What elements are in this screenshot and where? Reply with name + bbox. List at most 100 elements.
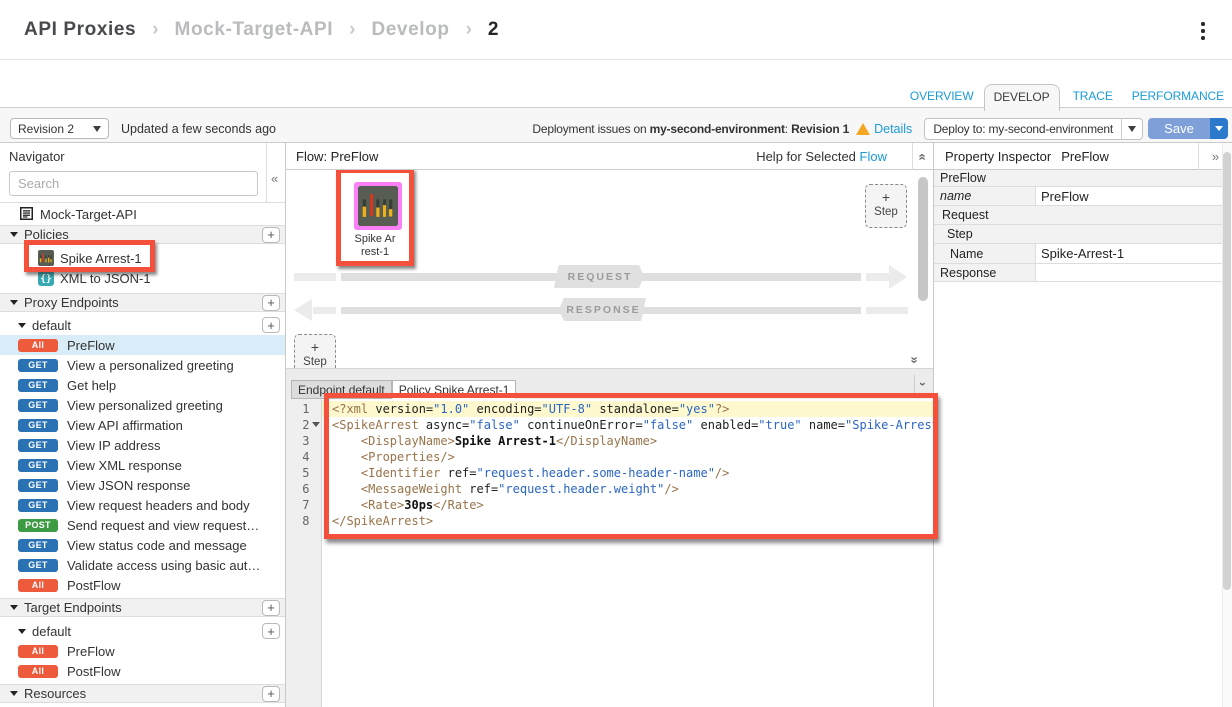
tab-overview[interactable]: OVERVIEW [910, 84, 974, 111]
gutter-line-number: 5 [286, 465, 321, 481]
navigator-title: Navigator [9, 149, 65, 164]
method-badge-get: GET [18, 539, 58, 552]
tree-item-view-xml-response[interactable]: GETView XML response [0, 455, 285, 475]
inspector-header: Property InspectorPreFlow » [934, 143, 1232, 170]
method-badge-all: All [18, 579, 58, 592]
spike-arrest-icon [358, 186, 398, 226]
search-input[interactable] [9, 171, 258, 196]
double-chevron-down-icon[interactable]: » [908, 356, 923, 362]
tab-trace[interactable]: TRACE [1073, 84, 1113, 111]
breadcrumb-develop[interactable]: Develop [371, 19, 449, 41]
tree-item-validate-access-using-basic-aut[interactable]: GETValidate access using basic aut… [0, 555, 285, 575]
editor-tab-endpoint-default[interactable]: Endpoint default [291, 380, 392, 399]
proxy-icon [20, 206, 33, 223]
tree-item-label: View status code and message [67, 538, 247, 553]
tree-item-send-request-and-view-request[interactable]: POSTSend request and view request… [0, 515, 285, 535]
method-badge-get: GET [18, 359, 58, 372]
add-step-button-request[interactable]: + Step [865, 184, 907, 228]
tree-item-view-json-response[interactable]: GETView JSON response [0, 475, 285, 495]
breadcrumb-proxy-name[interactable]: Mock-Target-API [175, 19, 334, 41]
code-line-6: <MessageWeight ref="request.header.weigh… [322, 481, 934, 497]
editor-collapse-button[interactable]: › [914, 375, 931, 393]
add-button[interactable]: + [262, 317, 280, 333]
apigee-develop-page: API Proxies › Mock-Target-API › Develop … [0, 0, 1232, 707]
gutter-line-number: 1 [286, 401, 321, 417]
method-badge-get: GET [18, 559, 58, 572]
request-line-stub-right [866, 273, 889, 281]
toolbar-right: Deployment issues on my-second-environme… [532, 118, 1232, 140]
tree-section-resources[interactable]: Resources+ [0, 684, 285, 703]
breadcrumb: API Proxies › Mock-Target-API › Develop … [24, 19, 499, 41]
triangle-down-icon [18, 323, 26, 328]
tree-item-label: View request headers and body [67, 498, 250, 513]
editor-tab-policy-spike-arrest-1[interactable]: Policy Spike Arrest-1 [392, 380, 517, 399]
save-button[interactable]: Save [1148, 118, 1210, 139]
tree-section-target-endpoints[interactable]: Target Endpoints + [0, 598, 285, 617]
page-scrollbar-thumb[interactable] [1223, 152, 1231, 590]
inspector-field-value[interactable]: Spike-Arrest-1 [1036, 244, 1232, 263]
kebab-menu-icon[interactable] [1196, 21, 1210, 41]
tab-performance[interactable]: PERFORMANCE [1132, 84, 1224, 111]
chevron-down-icon[interactable] [1121, 119, 1142, 139]
tree-item-view-a-personalized-greeting[interactable]: GETView a personalized greeting [0, 355, 285, 375]
tree-item-label: PostFlow [67, 578, 120, 593]
editor-code-area[interactable]: <?xml version="1.0" encoding="UTF-8" sta… [322, 399, 934, 707]
tree-item-postflow[interactable]: AllPostFlow [0, 661, 285, 681]
breadcrumb-api-proxies[interactable]: API Proxies [24, 19, 136, 41]
section-label: Policies [24, 227, 69, 242]
tree-item-mock-target-api[interactable]: Mock-Target-API [0, 203, 285, 225]
inspector-field-value[interactable]: PreFlow [1036, 187, 1232, 205]
flow-collapse-button[interactable]: « [912, 143, 933, 170]
revision-select[interactable]: Revision 2 [10, 118, 109, 139]
tree-item-view-status-code-and-message[interactable]: GET View status code and message [0, 535, 285, 555]
breadcrumb-revision: 2 [488, 19, 499, 41]
inspector-field-label: Name [934, 244, 1036, 263]
section-label: Proxy Endpoints [24, 295, 119, 310]
main-area: Navigator « Mock-Target-API Policies + Spik… [0, 143, 1232, 707]
inspector-field-value[interactable] [1036, 264, 1232, 281]
save-dropdown-button[interactable] [1210, 118, 1228, 139]
fold-arrow-icon[interactable] [312, 422, 320, 427]
deploy-to-select[interactable]: Deploy to: my-second-environment [924, 118, 1143, 140]
deployment-env: my-second-environment [650, 122, 785, 136]
flow-header: Flow: PreFlow Help for Selected Flow « [286, 143, 933, 170]
tree-item-view-ip-address[interactable]: GETView IP address [0, 435, 285, 455]
tree-item-label: PreFlow [67, 644, 115, 659]
flow-scrollbar-thumb[interactable] [918, 177, 928, 301]
deployment-revision: Revision 1 [791, 122, 849, 136]
section-label: Target Endpoints [24, 600, 122, 615]
add-button[interactable]: + [262, 600, 280, 616]
add-button[interactable]: + [262, 295, 280, 311]
revision-select-label: Revision 2 [18, 122, 93, 136]
add-button[interactable]: + [262, 227, 280, 243]
add-button[interactable]: + [262, 686, 280, 702]
save-split-button: Save [1148, 118, 1228, 139]
flow-help-link[interactable]: Flow [860, 149, 887, 164]
tree-item-spike-arrest-1[interactable]: Spike Arrest-1 [0, 248, 285, 268]
collapse-panel-icon[interactable]: « [269, 171, 280, 186]
tree-item-postflow[interactable]: All PostFlow [0, 575, 285, 595]
spike-arrest-policy-node[interactable] [354, 182, 402, 230]
tree-section-proxy-endpoints[interactable]: Proxy Endpoints + [0, 293, 285, 312]
tree-section-policies[interactable]: Policies + [0, 225, 285, 244]
gutter-line-number: 2 [286, 417, 321, 433]
add-button[interactable]: + [262, 623, 280, 639]
tree-item-view-personalized-greeting[interactable]: GETView personalized greeting [0, 395, 285, 415]
tree-item-preflow[interactable]: AllPreFlow [0, 335, 285, 355]
tree-item-preflow[interactable]: AllPreFlow [0, 641, 285, 661]
tree-item-view-request-headers-and-body[interactable]: GETView request headers and body [0, 495, 285, 515]
add-step-button-response[interactable]: + Step [294, 334, 336, 368]
tree-item-label: Spike Arrest-1 [60, 251, 142, 266]
tree-item-xml-to-json-1[interactable]: {}XML to JSON-1 [0, 268, 285, 288]
tree-subsection-default[interactable]: default+ [0, 621, 285, 641]
code-editor: 12345678 <?xml version="1.0" encoding="U… [286, 399, 933, 707]
tree-item-get-help[interactable]: GETGet help [0, 375, 285, 395]
page-scrollbar-track[interactable] [1222, 143, 1232, 707]
details-link[interactable]: Details [874, 122, 912, 136]
tree-subsection-default[interactable]: default+ [0, 315, 285, 335]
code-line-7: <Rate>30ps</Rate> [322, 497, 934, 513]
double-chevron-up-icon: « [915, 153, 930, 159]
tab-develop[interactable]: DEVELOP [984, 84, 1060, 111]
tree-item-view-api-affirmation[interactable]: GETView API affirmation [0, 415, 285, 435]
updated-status: Updated a few seconds ago [121, 122, 276, 136]
